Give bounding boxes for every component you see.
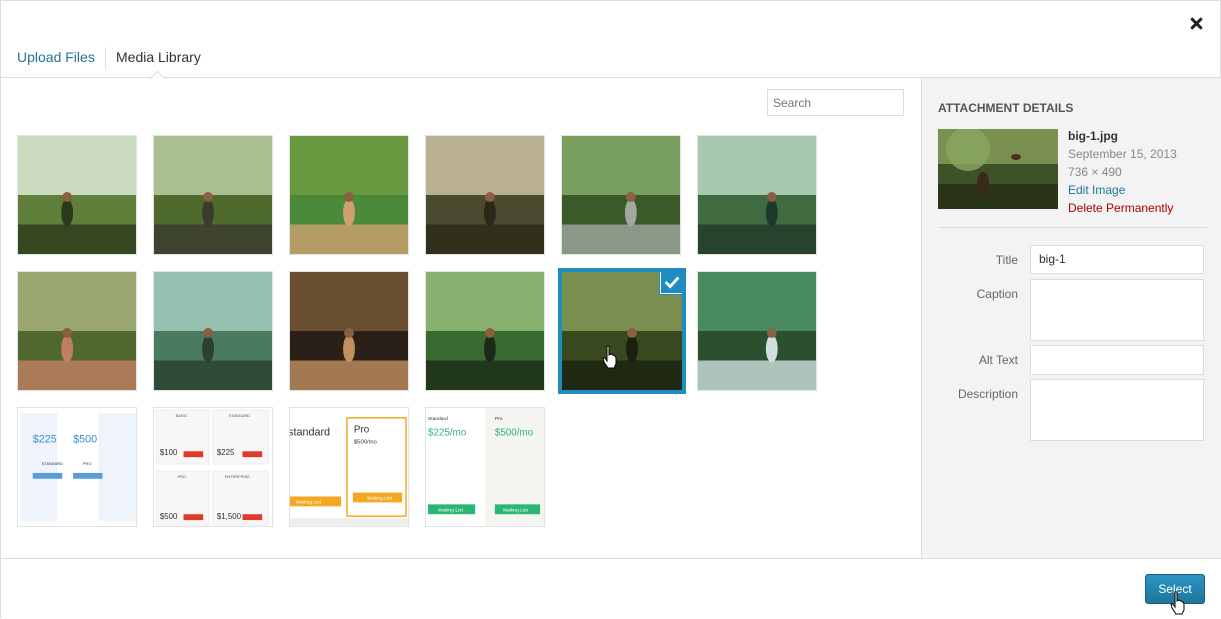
tab-divider	[105, 47, 106, 69]
tab-upload-files[interactable]: Upload Files	[17, 49, 95, 65]
attachment-details-heading: ATTACHMENT DETAILS	[938, 101, 1074, 115]
attachment-thumbnail-pricing[interactable]: Standard $225/mo Pro $500/mo Waiting List Wai…	[425, 407, 545, 527]
svg-text:Standard: Standard	[428, 416, 448, 422]
svg-text:$500/mo: $500/mo	[495, 428, 534, 439]
media-router: Upload Files Media Library	[1, 1, 1221, 87]
alt-text-label: Alt Text	[978, 353, 1018, 367]
checkmark-icon[interactable]	[660, 272, 682, 294]
svg-text:$225: $225	[217, 448, 235, 457]
attachment-thumbnail[interactable]	[697, 135, 817, 255]
svg-text:$500/mo: $500/mo	[354, 439, 378, 445]
title-label: Title	[995, 253, 1018, 267]
svg-text:$225/mo: $225/mo	[428, 428, 467, 439]
svg-text:$500: $500	[73, 433, 97, 445]
svg-text:standard: standard	[290, 427, 330, 439]
svg-text:Waiting List: Waiting List	[296, 499, 322, 505]
media-modal: Upload Files Media Library $225 $500 STAND…	[0, 0, 1221, 619]
attachment-date: September 15, 2013	[1068, 147, 1177, 161]
search-input[interactable]	[767, 89, 904, 116]
svg-text:$225: $225	[33, 433, 57, 445]
svg-text:PRO: PRO	[178, 474, 187, 479]
svg-text:Pro: Pro	[354, 425, 370, 436]
attachment-thumbnail[interactable]	[558, 268, 686, 394]
svg-text:PRO: PRO	[83, 461, 92, 466]
attachment-preview	[938, 129, 1058, 209]
delete-permanently-link[interactable]: Delete Permanently	[1068, 199, 1177, 217]
attachment-thumbnail[interactable]	[289, 271, 409, 391]
svg-text:Waiting List: Waiting List	[503, 507, 529, 513]
svg-text:Waiting List: Waiting List	[367, 495, 393, 501]
attachment-thumbnail-pricing[interactable]: BASIC STANDARD PRO ENTERPRISE $100 $225 $500 $1…	[153, 407, 273, 527]
attachment-thumbnail[interactable]	[561, 135, 681, 255]
svg-text:$500: $500	[160, 512, 178, 521]
edit-image-link[interactable]: Edit Image	[1068, 181, 1177, 199]
attachment-thumbnail[interactable]	[697, 271, 817, 391]
description-field[interactable]	[1030, 379, 1204, 441]
alt-text-field[interactable]	[1030, 345, 1204, 375]
svg-text:$1,500: $1,500	[217, 512, 242, 521]
svg-text:Pro: Pro	[495, 416, 503, 422]
media-toolbar: Select	[1, 558, 1221, 619]
attachment-thumbnail[interactable]	[17, 135, 137, 255]
attachment-details-sidebar: ATTACHMENT DETAILS big-1.jpg September 1…	[921, 78, 1221, 558]
close-icon[interactable]	[1186, 14, 1206, 34]
tab-media-library[interactable]: Media Library	[116, 49, 201, 65]
caption-field[interactable]	[1030, 279, 1204, 341]
svg-text:Waiting List: Waiting List	[438, 507, 464, 513]
attachment-thumbnail[interactable]	[153, 135, 273, 255]
attachment-thumbnail[interactable]	[425, 135, 545, 255]
svg-text:$100: $100	[160, 448, 178, 457]
attachment-thumbnail[interactable]	[17, 271, 137, 391]
attachment-thumbnail[interactable]	[153, 271, 273, 391]
attachment-thumbnail[interactable]	[289, 135, 409, 255]
attachment-thumbnail[interactable]	[425, 271, 545, 391]
svg-text:ENTERPRISE: ENTERPRISE	[225, 474, 250, 479]
attachment-thumbnail-pricing[interactable]: $225 $500 STANDARD PRO	[17, 407, 137, 527]
description-label: Description	[957, 387, 1018, 401]
svg-text:BASIC: BASIC	[176, 413, 188, 418]
title-field[interactable]: big-1	[1030, 245, 1204, 274]
sidebar-divider	[938, 227, 1207, 228]
attachment-thumbnail-pricing[interactable]: standard Pro $500/mo Waiting List Waiting Li…	[289, 407, 409, 527]
caption-label: Caption	[976, 287, 1018, 301]
svg-text:STANDARD: STANDARD	[42, 461, 63, 466]
attachments-browser: $225 $500 STANDARD PRO BASIC STANDARD PRO ENTER…	[1, 78, 921, 558]
attachment-info: big-1.jpg September 15, 2013 736 × 490 E…	[1068, 127, 1177, 217]
attachment-dimensions: 736 × 490	[1068, 165, 1122, 179]
select-button[interactable]: Select	[1145, 574, 1205, 604]
svg-text:STANDARD: STANDARD	[229, 413, 250, 418]
attachment-filename: big-1.jpg	[1068, 129, 1118, 143]
